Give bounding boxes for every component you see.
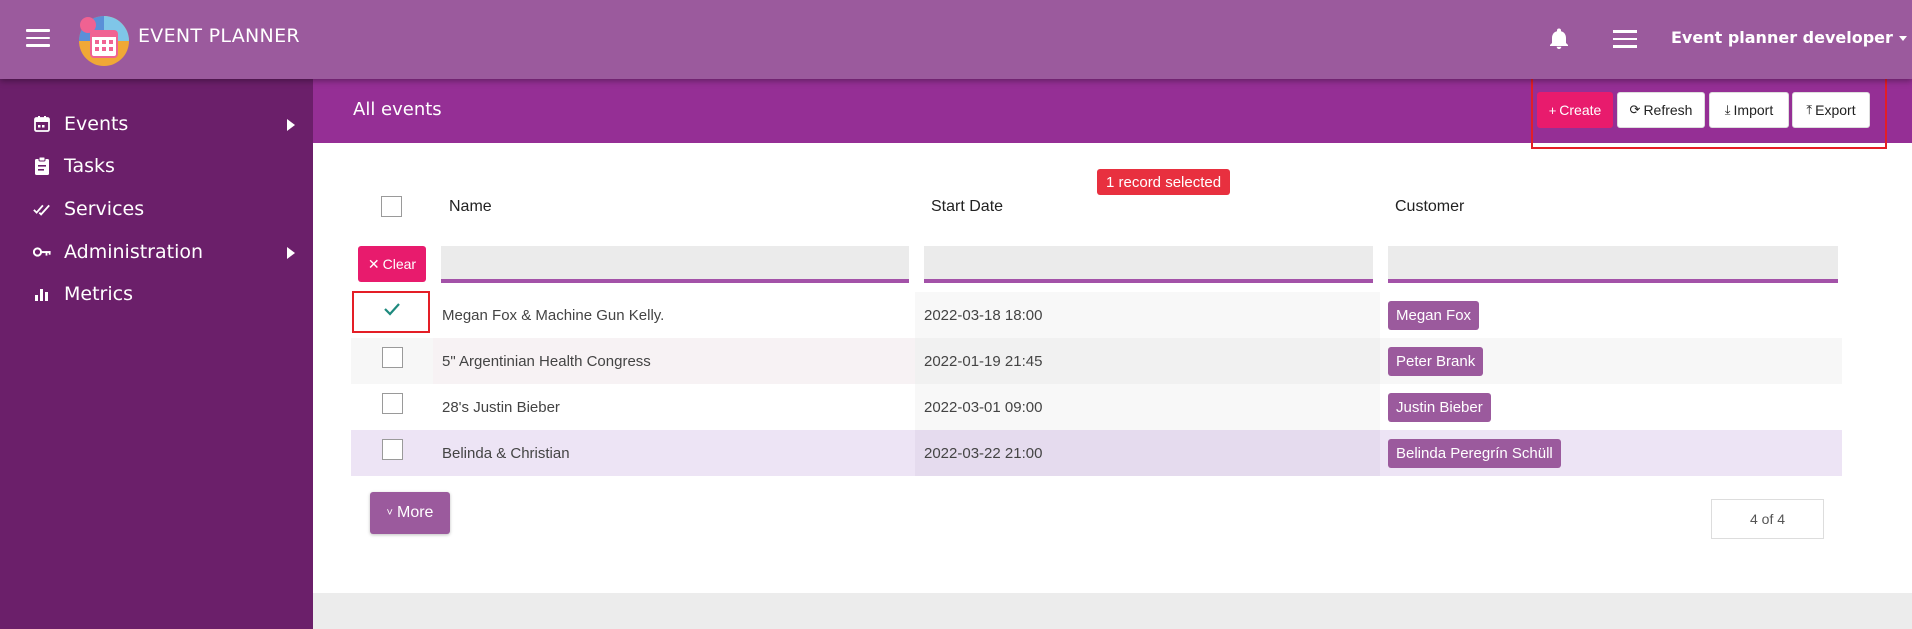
more-button-label: More xyxy=(396,504,434,521)
event-name-cell: Belinda & Christian xyxy=(433,430,915,476)
customer-cell: Belinda Peregrín Schüll xyxy=(1380,430,1842,476)
row-checkbox[interactable] xyxy=(382,347,403,368)
customer-link[interactable]: Megan Fox xyxy=(1388,300,1480,330)
customer-cell: Justin Bieber xyxy=(1380,384,1842,430)
column-header-start-date[interactable]: Start Date xyxy=(931,198,1003,216)
app-title: EVENT PLANNER xyxy=(138,25,300,47)
sidebar-item-tasks[interactable]: Tasks xyxy=(33,151,295,181)
start-date-cell: 2022-03-22 21:00 xyxy=(915,430,1380,476)
event-name-cell: 5" Argentinian Health Congress xyxy=(433,338,915,384)
start-date-filter-input[interactable] xyxy=(924,246,1373,283)
pagination-status: 4 of 4 xyxy=(1711,499,1824,539)
caret-down-icon xyxy=(1898,36,1907,41)
selected-count-badge: 1 record selected xyxy=(1097,169,1231,195)
hamburger-menu-icon[interactable] xyxy=(26,29,50,47)
calendar-icon xyxy=(33,115,51,133)
start-date-cell: 2022-01-19 21:45 xyxy=(915,338,1380,384)
event-name-cell: Megan Fox & Machine Gun Kelly. xyxy=(433,292,915,338)
row-checkbox[interactable] xyxy=(382,393,403,414)
sidebar-item-label: Tasks xyxy=(64,155,115,177)
submenu-arrow-icon xyxy=(287,119,295,131)
clear-button-label: Clear xyxy=(382,256,417,272)
toolbar-highlight-box xyxy=(1531,75,1887,149)
sidebar-item-services[interactable]: Services xyxy=(33,194,295,224)
sidebar-item-label: Administration xyxy=(64,241,204,263)
row-checkbox[interactable] xyxy=(382,439,403,460)
sidebar-item-events[interactable]: Events xyxy=(33,109,295,139)
double-check-icon xyxy=(33,200,51,218)
close-icon: ✕ xyxy=(367,255,380,272)
name-filter-input[interactable] xyxy=(441,246,909,283)
notifications-bell-icon[interactable] xyxy=(1547,27,1571,51)
table-row[interactable]: Megan Fox & Machine Gun Kelly. 2022-03-1… xyxy=(351,292,1842,338)
event-name-cell: 28's Justin Bieber xyxy=(433,384,915,430)
more-button[interactable]: ˅ More xyxy=(370,492,450,534)
submenu-arrow-icon xyxy=(287,247,295,259)
menu-icon[interactable] xyxy=(1613,30,1639,48)
customer-cell: Megan Fox xyxy=(1380,292,1842,338)
sidebar-item-label: Services xyxy=(64,198,145,220)
start-date-cell: 2022-03-01 09:00 xyxy=(915,384,1380,430)
column-header-name[interactable]: Name xyxy=(449,198,492,216)
customer-cell: Peter Brank xyxy=(1380,338,1842,384)
table-row[interactable]: 28's Justin Bieber 2022-03-01 09:00 Just… xyxy=(351,384,1842,430)
event-planner-logo xyxy=(74,11,130,67)
user-menu-dropdown[interactable]: Event planner developer xyxy=(1671,28,1907,47)
sidebar-item-metrics[interactable]: Metrics xyxy=(33,279,295,309)
table-row[interactable]: Belinda & Christian 2022-03-22 21:00 Bel… xyxy=(351,430,1842,476)
key-icon xyxy=(33,243,51,261)
sidebar-item-administration[interactable]: Administration xyxy=(33,237,295,267)
customer-filter-input[interactable] xyxy=(1388,246,1838,283)
customer-link[interactable]: Belinda Peregrín Schüll xyxy=(1388,438,1561,468)
customer-link[interactable]: Peter Brank xyxy=(1388,346,1484,376)
column-header-customer[interactable]: Customer xyxy=(1395,198,1464,216)
table-row[interactable]: 5" Argentinian Health Congress 2022-01-1… xyxy=(351,338,1842,384)
select-all-checkbox[interactable] xyxy=(381,196,402,217)
selected-row-highlight-box xyxy=(352,291,430,333)
user-menu-label: Event planner developer xyxy=(1671,28,1893,47)
sidebar-item-label: Metrics xyxy=(64,283,133,305)
customer-link[interactable]: Justin Bieber xyxy=(1388,392,1491,422)
top-app-bar: EVENT PLANNER Event planner developer xyxy=(0,0,1912,79)
page-title: All events xyxy=(353,99,442,120)
start-date-cell: 2022-03-18 18:00 xyxy=(915,292,1380,338)
clipboard-icon xyxy=(33,157,51,175)
sidebar-item-label: Events xyxy=(64,113,129,135)
chevron-down-icon: ˅ xyxy=(386,507,393,519)
bar-chart-icon xyxy=(33,285,51,303)
clear-selection-button[interactable]: ✕ Clear xyxy=(358,246,426,282)
